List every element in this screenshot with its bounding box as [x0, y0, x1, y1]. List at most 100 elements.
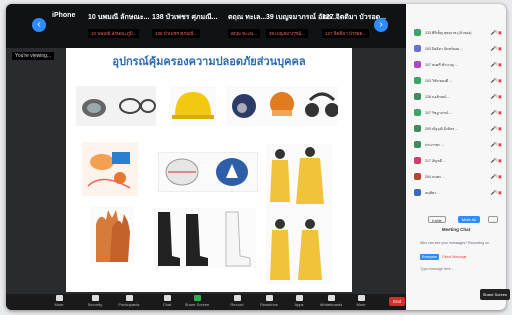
avatar	[414, 189, 421, 196]
participant-row[interactable]: ประภาพร ... 🎤̸ ▣	[414, 138, 502, 151]
hard-hat-image	[170, 86, 216, 126]
floating-share-screen-button[interactable]: Share Screen	[480, 289, 510, 300]
respirator-masks-image	[158, 152, 258, 192]
mute-button[interactable]: Mute	[46, 295, 72, 307]
participants-button[interactable]: Participants	[116, 295, 142, 307]
participant-name: 204 ธนพร ...	[425, 174, 445, 179]
avatar	[414, 109, 421, 116]
chat-visibility-note: Who can see your messages? Recording on	[420, 241, 489, 245]
muted-mic-icon: 🎤̸ ▣	[490, 157, 502, 163]
ellipsis-icon	[357, 295, 365, 301]
microphone-icon	[55, 295, 63, 301]
participant-row[interactable]: 103 วิชัย ทองดี ... 🎤̸ ▣	[414, 74, 502, 87]
whiteboards-button[interactable]: Whiteboards	[318, 295, 344, 307]
share-screen-button[interactable]: Share Screen	[184, 295, 210, 307]
participant-row[interactable]: 128 นงลักษณ์ ... 🎤̸ ▣	[414, 90, 502, 103]
chat-button[interactable]: Chat	[154, 295, 180, 307]
participant-row[interactable]: 103 ปิยธิดา จันทร์ลอย ... 🎤̸ ▣	[414, 42, 502, 55]
safety-boots-image	[154, 208, 256, 268]
ear-protection-image	[226, 86, 338, 126]
participant-row[interactable]: 204 ธนพร ... 🎤̸ ▣	[414, 170, 502, 183]
participant-name: อนุชิตา ...	[425, 190, 441, 195]
mute-all-button[interactable]: Mute All	[458, 216, 480, 223]
muted-mic-icon: 🎤̸ ▣	[490, 93, 502, 99]
participant-name: 103 ปิยธิดา จันทร์ลอย ...	[425, 46, 464, 51]
apps-button[interactable]: Apps	[286, 295, 312, 307]
record-icon	[233, 295, 241, 301]
participant-name: 133 ศิริเพ็ญ สุขสุเวช (เจ้าของ)	[425, 30, 472, 35]
invite-button[interactable]: Invite	[428, 216, 446, 223]
participant-row[interactable]: 107 รัชฎาภรณ์ ... 🎤̸ ▣	[414, 106, 502, 119]
tile-name: ตฤณ ทะเล...	[228, 14, 267, 21]
end-meeting-button[interactable]: End	[389, 297, 405, 306]
muted-mic-icon: 🎤̸ ▣	[490, 189, 502, 195]
tile-label: 127 จิตติมา บัวรอด...	[322, 29, 370, 38]
chat-recipient-row: Everyone Direct Message	[420, 254, 504, 260]
presentation-slide: อุปกรณ์คุ้มครองความปลอดภัยส่วนบุคคล	[66, 48, 352, 292]
shield-icon	[91, 295, 99, 301]
more-options-button[interactable]: ...	[488, 216, 498, 223]
avatar	[414, 61, 421, 68]
participant-row[interactable]: 133 ศิริเพ็ญ สุขสุเวช (เจ้าของ) 🎤̸ ▣	[414, 26, 502, 39]
recipient-select[interactable]: Everyone	[420, 254, 440, 260]
chat-title: Meeting Chat	[441, 227, 471, 232]
security-button[interactable]: Security	[82, 295, 108, 307]
chat-icon	[163, 295, 171, 301]
tile-label: 138 บัวเพชร ศุภมณี...	[152, 29, 201, 38]
gloves-image	[90, 206, 134, 264]
avatar	[414, 77, 421, 84]
participant-name: ประภาพร ...	[425, 142, 444, 147]
muted-mic-icon: 🎤̸ ▣	[490, 173, 502, 179]
participant-row[interactable]: 217 อัญชลี ... 🎤̸ ▣	[414, 154, 502, 167]
participant-strip: ‹ iPhone 10 นพมณี ลักษณะ... 10 นพมณี ลัก…	[6, 4, 406, 48]
tile-label: 10 นพมณี ลักษณะภูมิ...	[88, 29, 140, 38]
slide-title: อุปกรณ์คุ้มครองความปลอดภัยส่วนบุคคล	[112, 56, 306, 68]
participant-name: 217 อัญชลี ...	[425, 158, 446, 163]
more-button[interactable]: More	[348, 295, 374, 307]
ear-plugs-image	[82, 142, 138, 196]
previous-page-icon[interactable]: ‹	[32, 18, 46, 32]
avatar	[414, 141, 421, 148]
participant-name: 107 รัชฎาภรณ์ ...	[425, 110, 453, 115]
share-indicator[interactable]: You're viewing...	[12, 52, 55, 60]
muted-mic-icon: 🎤̸ ▣	[490, 109, 502, 115]
avatar	[414, 29, 421, 36]
smile-icon	[265, 295, 273, 301]
screen-share-view: You're viewing... อุปกรณ์คุ้มครองความปลอ…	[6, 48, 406, 294]
participant-name: 103 วิชัย ทองดี ...	[425, 78, 453, 83]
participants-panel: 133 ศิริเพ็ญ สุขสุเวช (เจ้าของ) 🎤̸ ▣ 103 ป…	[406, 4, 506, 310]
direct-message-note: Direct Message	[442, 255, 467, 259]
apps-icon	[295, 295, 303, 301]
avatar	[414, 125, 421, 132]
next-page-icon[interactable]: ›	[374, 18, 388, 32]
tile-name: 10 นพมณี ลักษณะ...	[88, 14, 150, 21]
participant-tile[interactable]: iPhone	[52, 12, 75, 40]
participant-row[interactable]: อนุชิตา ... 🎤̸ ▣	[414, 186, 502, 199]
muted-mic-icon: 🎤̸ ▣	[490, 125, 502, 131]
tile-label: ตฤณ ทะเลเ...	[228, 29, 261, 38]
participant-tile[interactable]: ตฤณ ทะเล... ตฤณ ทะเลเ...	[228, 12, 266, 40]
muted-mic-icon: 🎤̸ ▣	[490, 77, 502, 83]
chat-input[interactable]	[420, 264, 502, 274]
participant-row[interactable]: 107 สมศรี ชำนาญ ... 🎤̸ ▣	[414, 58, 502, 71]
zoom-window: ‹ iPhone 10 นพมณี ลักษณะ... 10 นพมณี ลัก…	[6, 4, 506, 310]
participant-name: 107 สมศรี ชำนาญ ...	[425, 62, 458, 67]
participant-name: 209 ณัฐวุฒิ มิ่งมิตร ...	[425, 126, 459, 131]
avatar	[414, 93, 421, 100]
muted-mic-icon: 🎤̸ ▣	[490, 61, 502, 67]
tile-name: 138 บัวเพชร ศุภมณี...	[152, 14, 218, 21]
avatar	[414, 157, 421, 164]
whiteboard-icon	[327, 295, 335, 301]
participant-row[interactable]: 209 ณัฐวุฒิ มิ่งมิตร ... 🎤̸ ▣	[414, 122, 502, 135]
participant-name: 128 นงลักษณ์ ...	[425, 94, 451, 99]
tile-name: iPhone	[52, 12, 76, 19]
tile-label: 39 เบญจมาภรณ์...	[266, 29, 308, 38]
muted-mic-icon: 🎤̸ ▣	[490, 141, 502, 147]
avatar	[414, 173, 421, 180]
muted-mic-icon: 🎤̸ ▣	[490, 45, 502, 51]
participant-tile[interactable]: 10 นพมณี ลักษณะ... 10 นพมณี ลักษณะภูมิ..…	[88, 12, 149, 40]
reactions-button[interactable]: Reactions	[256, 295, 282, 307]
record-button[interactable]: Record	[224, 295, 250, 307]
people-icon	[125, 295, 133, 301]
participant-tile[interactable]: 138 บัวเพชร ศุภมณี... 138 บัวเพชร ศุภมณี…	[152, 12, 217, 40]
